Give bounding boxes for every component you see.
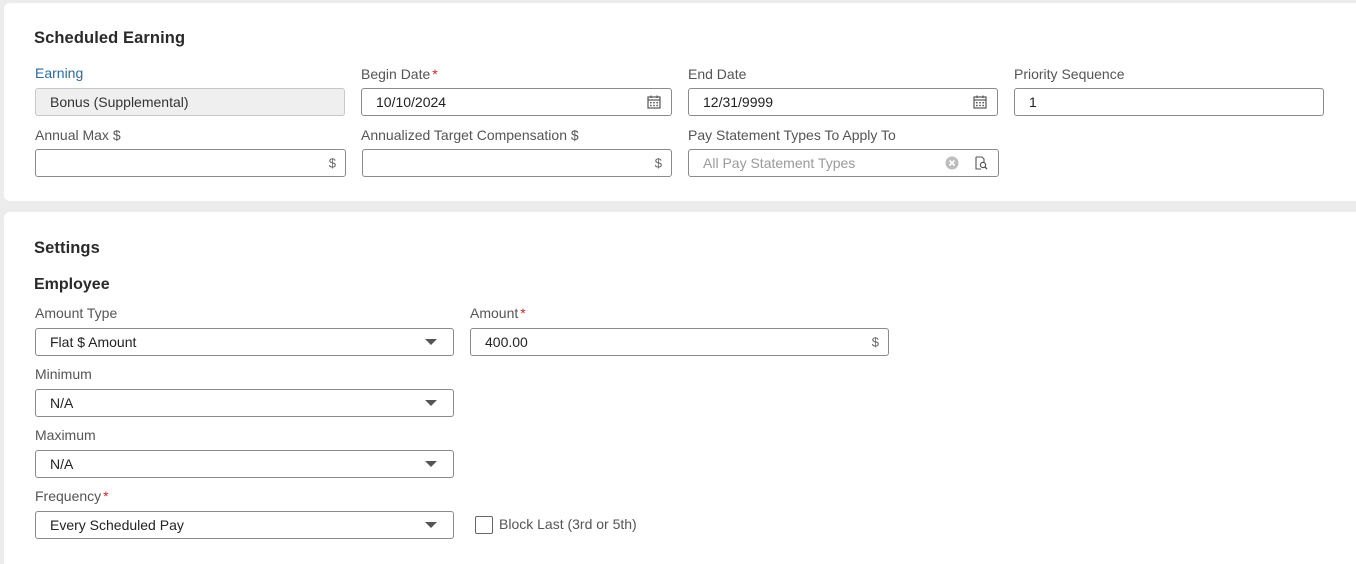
begin-date-label-text: Begin Date	[361, 66, 431, 82]
begin-date-input[interactable]: 10/10/2024	[361, 88, 672, 116]
amount-input[interactable]: 400.00 $	[470, 328, 889, 356]
minimum-select[interactable]: N/A	[35, 389, 454, 417]
end-date-label: End Date	[688, 66, 747, 82]
priority-sequence-label: Priority Sequence	[1014, 66, 1125, 82]
amount-label: Amount *	[470, 305, 526, 321]
amount-type-label: Amount Type	[35, 305, 118, 321]
end-date-value: 12/31/9999	[703, 94, 774, 110]
end-date-input[interactable]: 12/31/9999	[688, 88, 998, 116]
minimum-label: Minimum	[35, 366, 92, 382]
chevron-down-icon[interactable]	[425, 400, 437, 406]
pay-statement-types-input[interactable]: All Pay Statement Types	[688, 149, 999, 177]
earning-value: Bonus (Supplemental)	[50, 94, 189, 110]
block-last-checkbox[interactable]	[475, 516, 493, 534]
frequency-label: Frequency *	[35, 488, 109, 504]
settings-title: Settings	[34, 239, 100, 257]
currency-suffix: $	[654, 155, 662, 171]
begin-date-value: 10/10/2024	[376, 94, 447, 110]
scheduled-earning-card: Scheduled Earning Earning Bonus (Supplem…	[4, 3, 1356, 201]
chevron-down-icon[interactable]	[425, 522, 437, 528]
amount-label-text: Amount	[470, 305, 519, 321]
maximum-label: Maximum	[35, 427, 96, 443]
currency-suffix: $	[871, 334, 879, 350]
chevron-down-icon[interactable]	[425, 339, 437, 345]
calendar-icon[interactable]	[647, 95, 661, 109]
annualized-target-label: Annualized Target Compensation $	[361, 127, 579, 143]
earning-label: Earning	[35, 65, 84, 81]
annual-max-label: Annual Max $	[35, 127, 121, 143]
minimum-value: N/A	[50, 395, 74, 411]
frequency-value: Every Scheduled Pay	[50, 517, 184, 533]
pay-statement-types-label: Pay Statement Types To Apply To	[688, 127, 896, 143]
frequency-select[interactable]: Every Scheduled Pay	[35, 511, 454, 539]
calendar-icon[interactable]	[973, 95, 987, 109]
required-marker: *	[432, 66, 438, 82]
clear-icon[interactable]	[945, 156, 959, 170]
lookup-icon[interactable]	[974, 156, 988, 170]
priority-sequence-value: 1	[1029, 94, 1037, 110]
annual-max-input[interactable]: $	[35, 149, 346, 177]
amount-type-select[interactable]: Flat $ Amount	[35, 328, 454, 356]
maximum-value: N/A	[50, 456, 74, 472]
amount-type-value: Flat $ Amount	[50, 334, 137, 350]
earning-field: Bonus (Supplemental)	[35, 88, 345, 116]
employee-subtitle: Employee	[34, 276, 110, 293]
block-last-label[interactable]: Block Last (3rd or 5th)	[499, 516, 637, 532]
required-marker: *	[520, 305, 526, 321]
frequency-label-text: Frequency	[35, 488, 102, 504]
chevron-down-icon[interactable]	[425, 461, 437, 467]
pay-statement-types-placeholder: All Pay Statement Types	[703, 155, 856, 171]
priority-sequence-input[interactable]: 1	[1014, 88, 1324, 116]
maximum-select[interactable]: N/A	[35, 450, 454, 478]
currency-suffix: $	[328, 155, 336, 171]
amount-value: 400.00	[485, 334, 528, 350]
begin-date-label: Begin Date *	[361, 66, 438, 82]
annualized-target-input[interactable]: $	[362, 149, 672, 177]
scheduled-earning-title: Scheduled Earning	[34, 29, 186, 47]
settings-card: Settings Employee Amount Type Flat $ Amo…	[4, 212, 1356, 564]
required-marker: *	[103, 488, 109, 504]
